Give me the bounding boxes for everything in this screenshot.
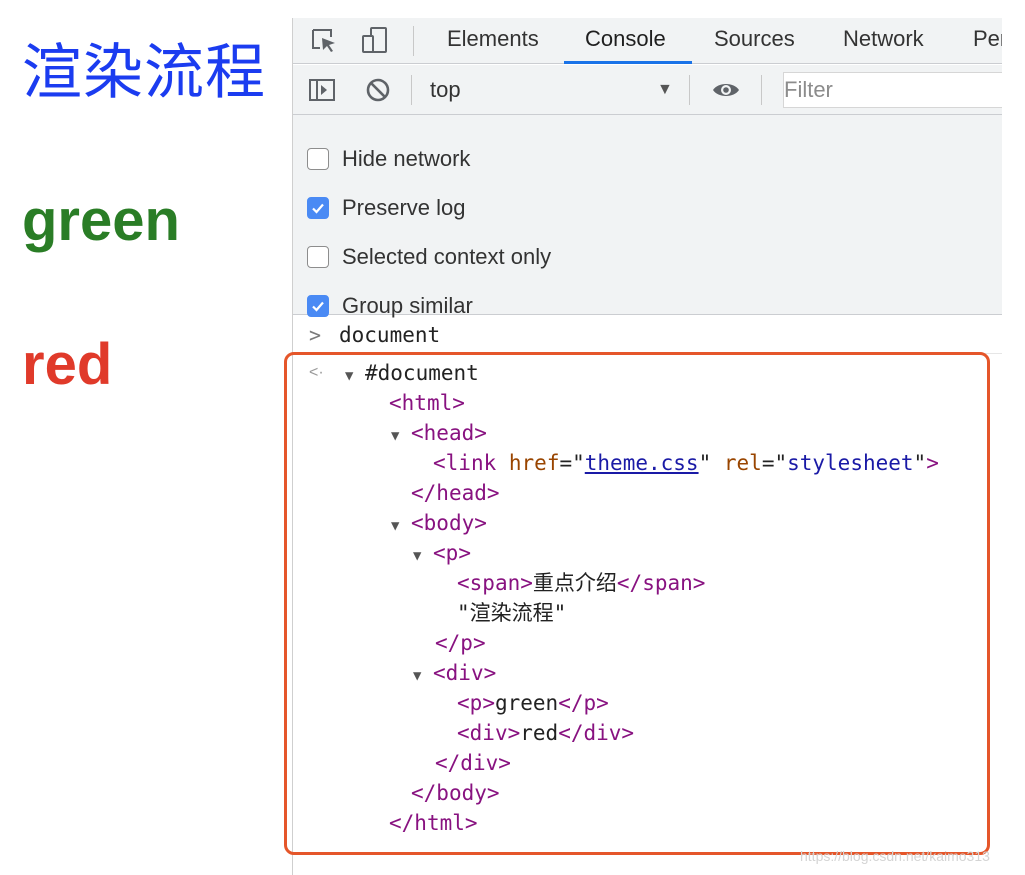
active-tab-indicator <box>564 61 692 64</box>
checkbox-group-similar[interactable] <box>307 295 329 317</box>
chevron-down-icon[interactable]: ▼ <box>657 65 673 115</box>
prompt-chevron-icon: > <box>309 323 322 347</box>
toolbar-separator <box>689 75 690 105</box>
checkbox-preserve-log[interactable] <box>307 197 329 219</box>
option-hide-network[interactable]: Hide network <box>307 141 470 177</box>
tabbar-separator <box>413 26 414 56</box>
watermark: https://blog.csdn.net/kaimo313 <box>800 848 990 864</box>
device-toolbar-icon[interactable] <box>359 24 391 56</box>
console-toolbar: top ▼ <box>293 65 1002 115</box>
option-label: Selected context only <box>342 244 552 269</box>
highlight-annotation-box <box>284 352 990 855</box>
inspect-element-icon[interactable] <box>307 24 339 56</box>
toolbar-separator <box>411 75 412 105</box>
option-label: Preserve log <box>342 195 466 220</box>
green-paragraph: green <box>22 188 180 253</box>
tab-elements[interactable]: Elements <box>447 18 539 64</box>
red-div: red <box>22 332 113 397</box>
console-input-line: > document <box>293 316 1002 354</box>
show-sidebar-icon[interactable] <box>307 75 337 105</box>
option-selected-context-only[interactable]: Selected context only <box>307 239 551 275</box>
live-expression-eye-icon[interactable] <box>711 75 741 105</box>
filter-input[interactable] <box>784 74 1002 106</box>
console-settings: Hide network Preserve log Selected conte… <box>293 115 1002 318</box>
tab-network[interactable]: Network <box>843 18 924 64</box>
devtools-tabbar: Elements Console Sources Network Per <box>293 18 1002 64</box>
console-command[interactable]: document <box>339 323 440 347</box>
page-title-text: 渲染流程 <box>22 38 266 108</box>
option-label: Hide network <box>342 146 471 171</box>
rendered-page: 渲染流程 green red <box>0 0 290 875</box>
tab-sources[interactable]: Sources <box>714 18 795 64</box>
filter-box <box>783 72 1002 108</box>
toolbar-separator <box>761 75 762 105</box>
tab-console[interactable]: Console <box>585 18 666 64</box>
checkbox-selected-context-only[interactable] <box>307 246 329 268</box>
checkmark-icon <box>312 301 324 312</box>
option-preserve-log[interactable]: Preserve log <box>307 190 466 226</box>
clear-console-icon[interactable] <box>363 75 393 105</box>
context-selector[interactable]: top <box>430 65 461 115</box>
checkbox-hide-network[interactable] <box>307 148 329 170</box>
checkmark-icon <box>312 203 324 214</box>
tab-performance[interactable]: Per <box>973 18 1002 64</box>
